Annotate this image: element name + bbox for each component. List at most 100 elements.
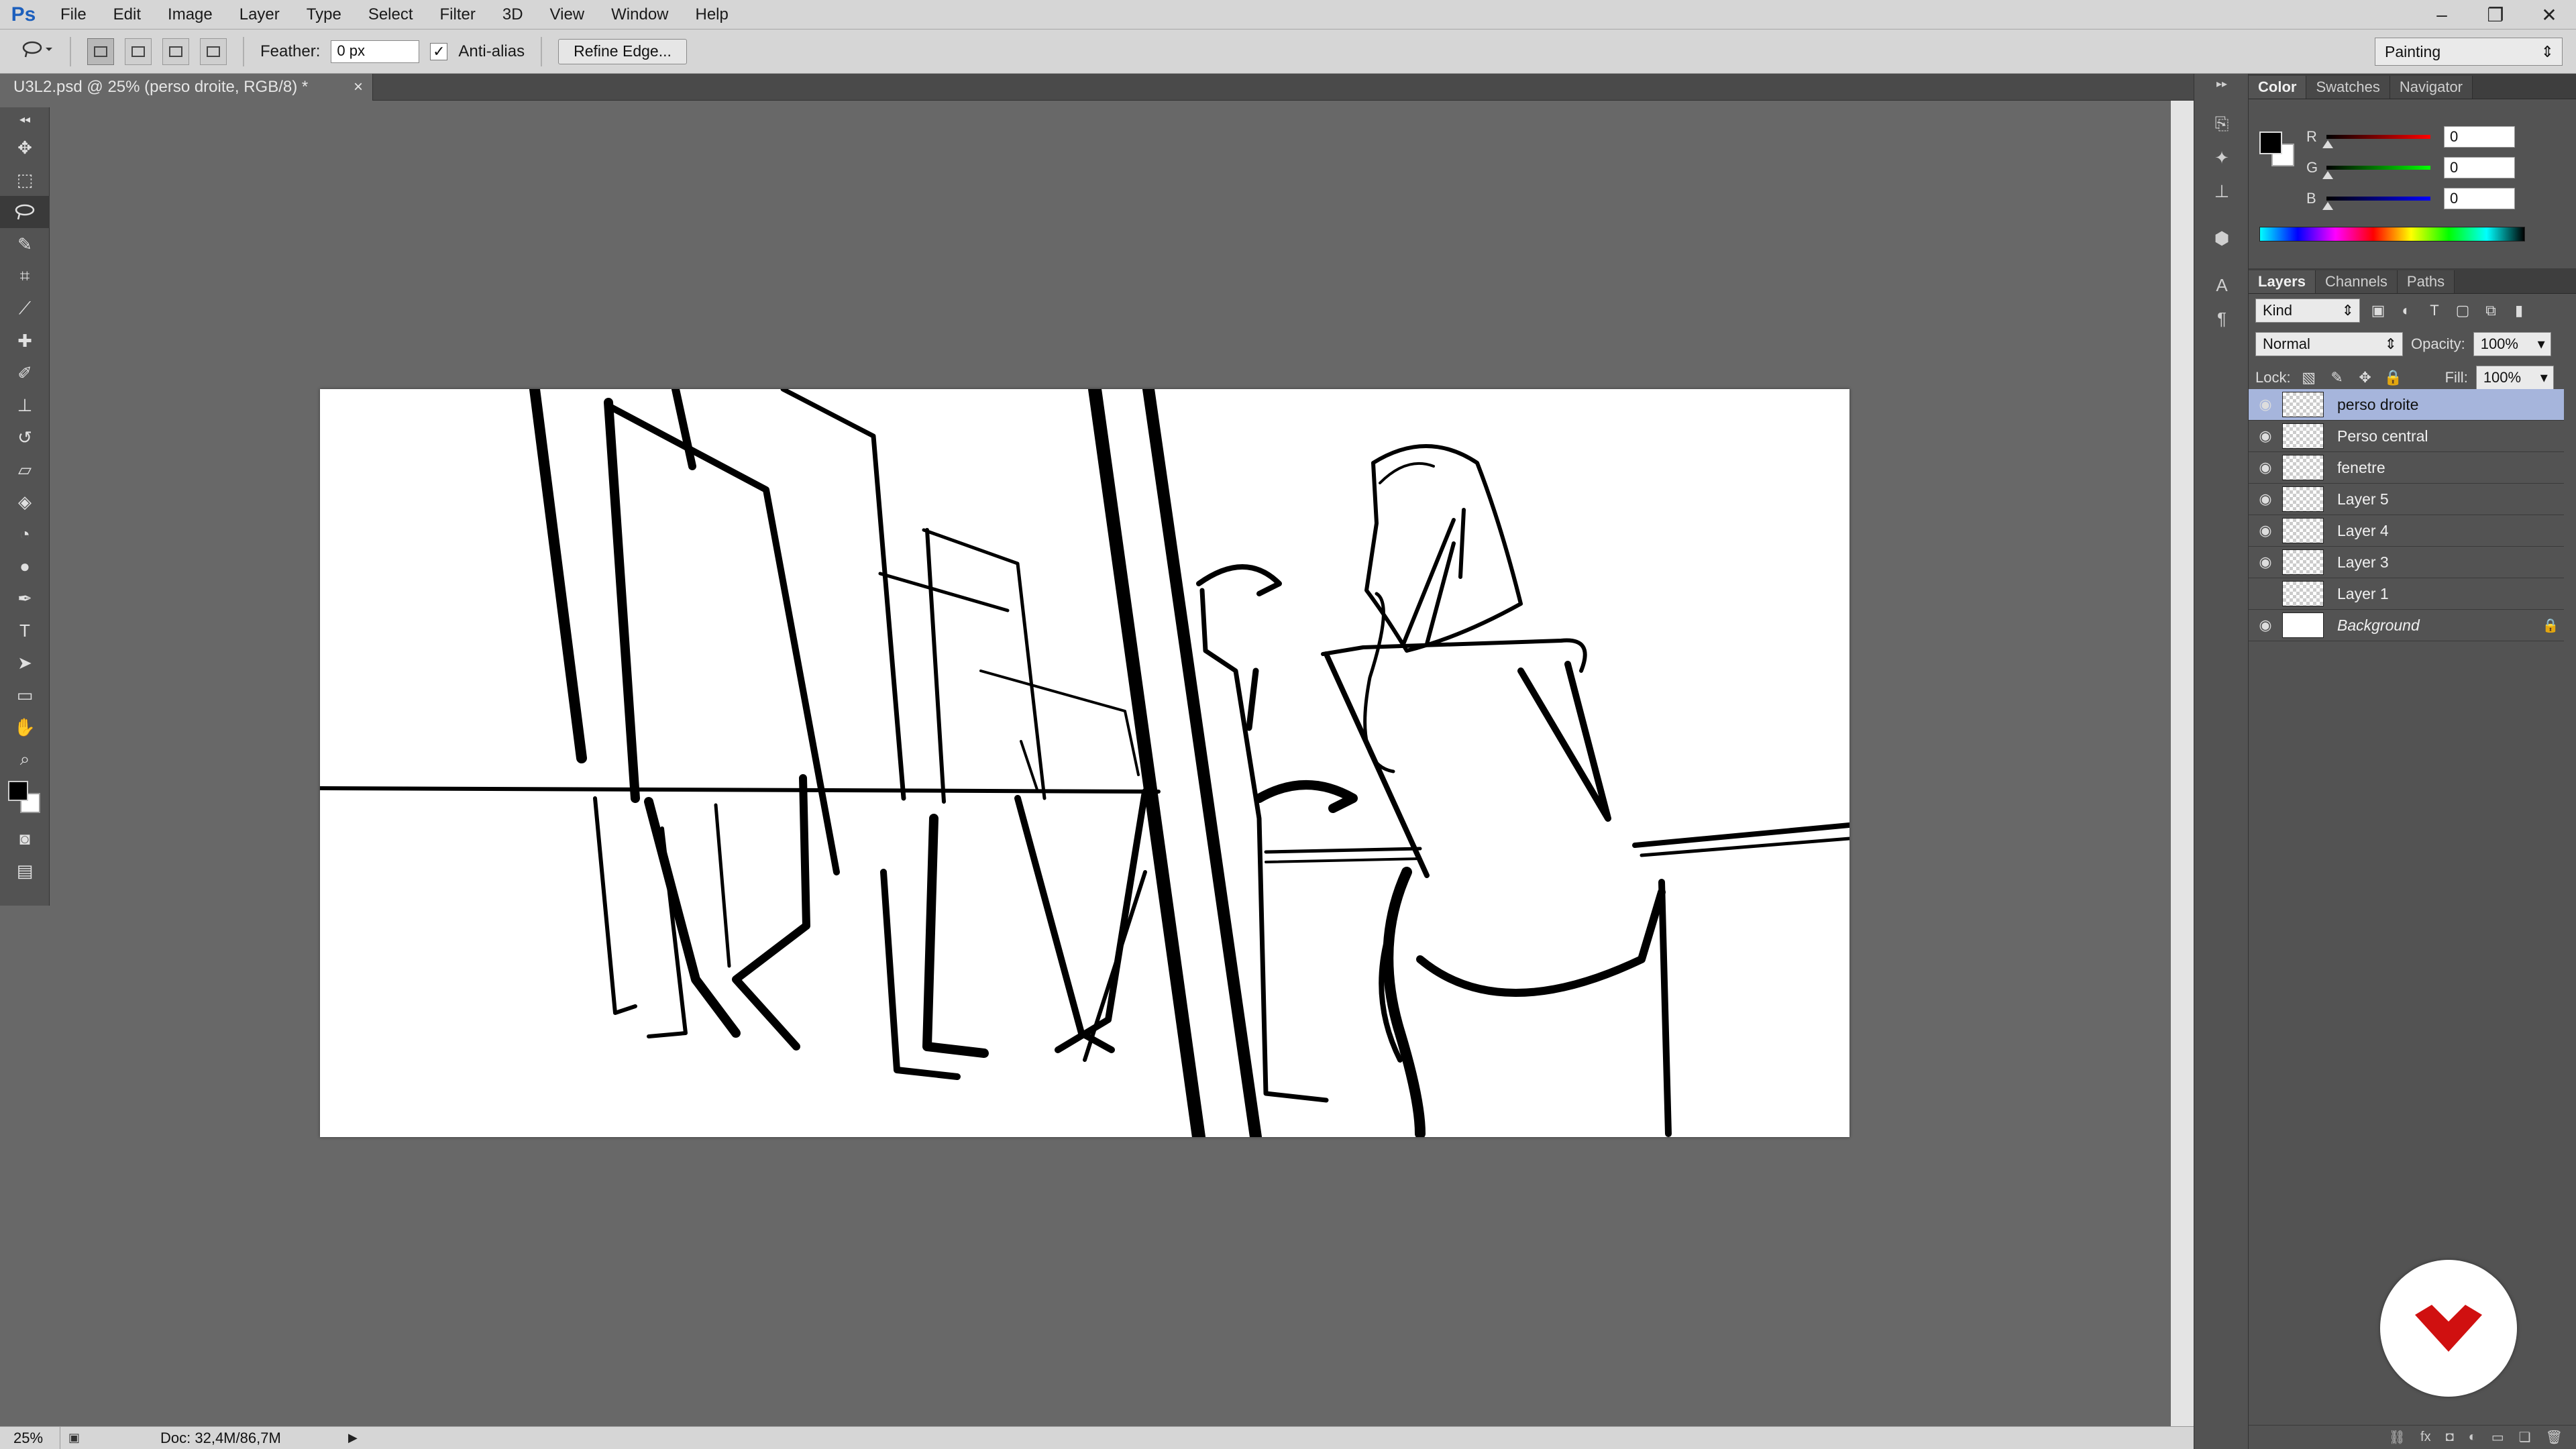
tab-color[interactable]: Color bbox=[2249, 76, 2307, 99]
hand-tool-icon[interactable]: ✋ bbox=[0, 711, 50, 743]
paint-bucket-tool-icon[interactable]: ◈ bbox=[0, 486, 50, 518]
link-layers-icon[interactable]: ⛓ bbox=[2389, 1429, 2406, 1446]
clone-source-icon[interactable]: ⊥ bbox=[2194, 174, 2249, 208]
layer-row-perso-central[interactable]: ◉ Perso central bbox=[2249, 421, 2564, 452]
red-value-input[interactable]: 0 bbox=[2444, 126, 2515, 148]
menu-help[interactable]: Help bbox=[682, 0, 742, 30]
color-panel-foreground-swatch[interactable] bbox=[2259, 131, 2282, 154]
type-filter-icon[interactable]: T bbox=[2424, 302, 2445, 319]
layer-row-layer-1[interactable]: ◉ Layer 1 bbox=[2249, 578, 2564, 610]
path-selection-tool-icon[interactable]: ➤ bbox=[0, 647, 50, 679]
pixel-filter-icon[interactable]: ▣ bbox=[2368, 302, 2388, 319]
visibility-eye-icon[interactable]: ◉ bbox=[2249, 427, 2282, 445]
green-value-input[interactable]: 0 bbox=[2444, 157, 2515, 178]
menu-filter[interactable]: Filter bbox=[427, 0, 489, 30]
paragraph-panel-icon[interactable]: ¶ bbox=[2194, 302, 2249, 335]
red-slider[interactable] bbox=[2322, 135, 2430, 148]
tab-swatches[interactable]: Swatches bbox=[2306, 76, 2390, 99]
menu-view[interactable]: View bbox=[537, 0, 598, 30]
feather-input[interactable]: 0 px bbox=[331, 40, 420, 63]
history-panel-icon[interactable]: ⎘ bbox=[2194, 107, 2249, 141]
status-menu-arrow-icon[interactable]: ▶ bbox=[348, 1431, 358, 1445]
new-selection-button[interactable] bbox=[87, 38, 114, 65]
visibility-eye-icon[interactable]: ◉ bbox=[2249, 553, 2282, 571]
new-layer-icon[interactable]: ❏ bbox=[2519, 1429, 2531, 1446]
zoom-tool-icon[interactable]: ⌕ bbox=[0, 743, 50, 775]
quick-mask-icon[interactable]: ◙ bbox=[0, 822, 50, 855]
minimize-icon[interactable]: – bbox=[2428, 4, 2455, 25]
lock-pixels-icon[interactable]: ✎ bbox=[2327, 369, 2347, 386]
layer-row-layer-5[interactable]: ◉ Layer 5 bbox=[2249, 484, 2564, 515]
green-slider-thumb[interactable] bbox=[2322, 171, 2333, 179]
blend-mode-select[interactable]: Normal ⇕ bbox=[2255, 332, 2403, 356]
rectangle-tool-icon[interactable]: ▭ bbox=[0, 679, 50, 711]
opacity-input[interactable]: 100% ▾ bbox=[2473, 332, 2551, 356]
menu-file[interactable]: File bbox=[47, 0, 100, 30]
crop-tool-icon[interactable]: ⌗ bbox=[0, 260, 50, 292]
brush-tool-icon[interactable]: ✐ bbox=[0, 357, 50, 389]
eyedropper-tool-icon[interactable]: ⟋ bbox=[0, 292, 50, 325]
shape-filter-icon[interactable]: ▢ bbox=[2453, 302, 2473, 319]
layer-row-fenetre[interactable]: ◉ fenetre bbox=[2249, 452, 2564, 484]
visibility-eye-icon[interactable]: ◉ bbox=[2249, 396, 2282, 413]
add-selection-button[interactable] bbox=[125, 38, 152, 65]
dodge-tool-icon[interactable]: ● bbox=[0, 550, 50, 582]
tab-channels[interactable]: Channels bbox=[2315, 270, 2398, 293]
blue-slider-thumb[interactable] bbox=[2322, 202, 2333, 210]
new-group-icon[interactable]: ▭ bbox=[2491, 1429, 2504, 1446]
healing-brush-tool-icon[interactable]: ✚ bbox=[0, 325, 50, 357]
menu-window[interactable]: Window bbox=[598, 0, 682, 30]
visibility-eye-icon[interactable]: ◉ bbox=[2249, 490, 2282, 508]
marquee-tool-icon[interactable]: ⬚ bbox=[0, 164, 50, 196]
green-slider[interactable] bbox=[2322, 166, 2430, 179]
fill-input[interactable]: 100% ▾ bbox=[2475, 366, 2554, 390]
tab-layers[interactable]: Layers bbox=[2249, 270, 2316, 293]
layer-style-icon[interactable]: fx bbox=[2420, 1430, 2431, 1445]
layer-row-layer-4[interactable]: ◉ Layer 4 bbox=[2249, 515, 2564, 547]
filter-toggle-icon[interactable]: ▮ bbox=[2509, 302, 2529, 319]
pen-tool-icon[interactable]: ✒ bbox=[0, 582, 50, 614]
quick-selection-tool-icon[interactable]: ✎ bbox=[0, 228, 50, 260]
layer-row-background[interactable]: ◉ Background 🔒 bbox=[2249, 610, 2564, 641]
color-spectrum-bar[interactable] bbox=[2259, 227, 2525, 241]
menu-layer[interactable]: Layer bbox=[226, 0, 293, 30]
menu-type[interactable]: Type bbox=[293, 0, 355, 30]
refine-edge-button[interactable]: Refine Edge... bbox=[558, 38, 687, 64]
visibility-eye-icon[interactable]: ◉ bbox=[2249, 459, 2282, 476]
adjustment-filter-icon[interactable]: ◐ bbox=[2396, 302, 2416, 319]
menu-image[interactable]: Image bbox=[154, 0, 226, 30]
visibility-eye-off-icon[interactable]: ◉ bbox=[2249, 585, 2282, 602]
intersect-selection-button[interactable] bbox=[200, 38, 227, 65]
vertical-scrollbar[interactable] bbox=[2171, 101, 2194, 1428]
add-mask-icon[interactable]: ◘ bbox=[2446, 1430, 2454, 1445]
eraser-tool-icon[interactable]: ▱ bbox=[0, 453, 50, 486]
color-swatches[interactable] bbox=[0, 775, 49, 822]
subtract-selection-button[interactable] bbox=[162, 38, 189, 65]
menu-edit[interactable]: Edit bbox=[100, 0, 154, 30]
dock-expand-icon[interactable]: ▸▸ bbox=[2194, 74, 2249, 94]
lock-position-icon[interactable]: ✥ bbox=[2355, 369, 2375, 386]
delete-layer-icon[interactable]: 🗑 bbox=[2546, 1429, 2563, 1446]
brush-presets-icon[interactable]: ✦ bbox=[2194, 141, 2249, 174]
adjustment-layer-icon[interactable]: ◐ bbox=[2469, 1430, 2477, 1445]
visibility-eye-icon[interactable]: ◉ bbox=[2249, 522, 2282, 539]
history-brush-tool-icon[interactable]: ↺ bbox=[0, 421, 50, 453]
character-panel-icon[interactable]: A bbox=[2194, 268, 2249, 302]
3d-panel-icon[interactable]: ⬢ bbox=[2194, 221, 2249, 255]
tab-paths[interactable]: Paths bbox=[2397, 270, 2455, 293]
blue-value-input[interactable]: 0 bbox=[2444, 188, 2515, 209]
smart-object-filter-icon[interactable]: ⧉ bbox=[2481, 302, 2501, 319]
workspace-select[interactable]: Painting ⇕ bbox=[2375, 38, 2563, 66]
blue-slider[interactable] bbox=[2322, 197, 2430, 210]
close-tab-icon[interactable]: × bbox=[354, 78, 363, 97]
foreground-color-swatch[interactable] bbox=[8, 781, 28, 801]
move-tool-icon[interactable]: ✥ bbox=[0, 131, 50, 164]
lock-all-icon[interactable]: 🔒 bbox=[2383, 369, 2404, 386]
screen-mode-icon[interactable]: ▤ bbox=[0, 855, 50, 887]
tab-navigator[interactable]: Navigator bbox=[2390, 76, 2473, 99]
menu-select[interactable]: Select bbox=[355, 0, 427, 30]
document-canvas[interactable] bbox=[318, 382, 1852, 1144]
status-preview-icon[interactable]: ▣ bbox=[68, 1431, 80, 1445]
lasso-tool-icon[interactable] bbox=[0, 196, 50, 228]
red-slider-thumb[interactable] bbox=[2322, 140, 2333, 148]
